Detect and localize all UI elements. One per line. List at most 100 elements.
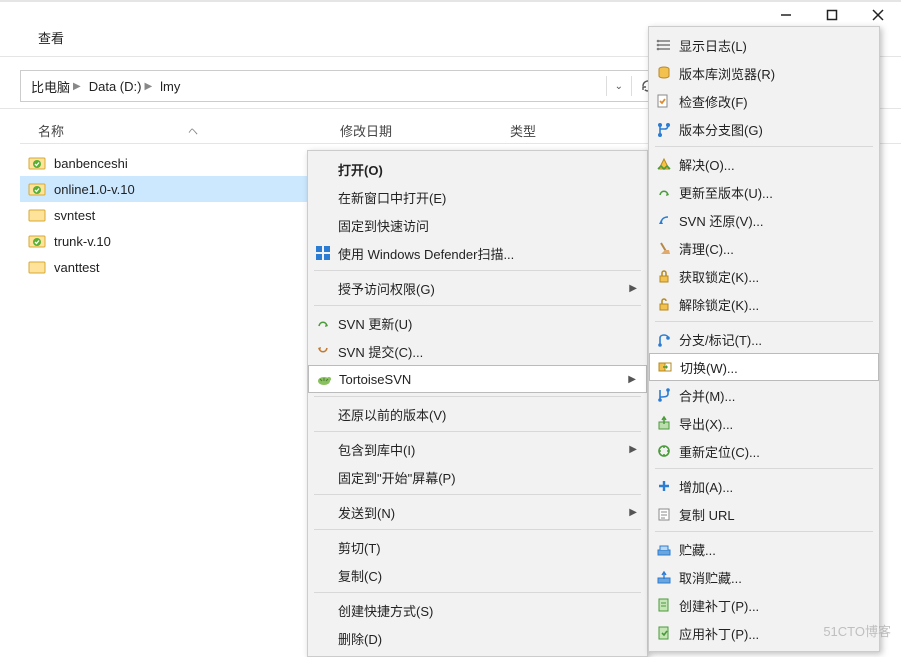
menu-item-label: 切换(W)... xyxy=(680,358,868,377)
submenu-arrow-icon: ▶ xyxy=(629,283,637,294)
menu-item[interactable]: 复制 URL xyxy=(649,500,879,528)
menu-separator xyxy=(655,531,873,532)
menu-item[interactable]: 合并(M)... xyxy=(649,381,879,409)
watermark: 51CTO博客 xyxy=(823,621,891,640)
menubar: 查看 xyxy=(30,28,72,47)
menu-item-label: 版本库浏览器(R) xyxy=(679,64,869,83)
menu-item[interactable]: 导出(X)... xyxy=(649,409,879,437)
address-bar[interactable]: 比电脑▶ Data (D:)▶ lmy ⌄ xyxy=(20,70,661,102)
tortoise-icon xyxy=(315,370,333,388)
file-row[interactable]: online1.0-v.10 xyxy=(20,176,340,202)
shelve-icon xyxy=(655,540,673,558)
relocate-icon xyxy=(655,442,673,460)
menu-item[interactable]: 版本库浏览器(R) xyxy=(649,59,879,87)
menu-separator xyxy=(314,396,641,397)
chevron-right-icon: ▶ xyxy=(73,81,81,92)
menu-item-label: 导出(X)... xyxy=(679,414,869,433)
switch-icon xyxy=(656,358,674,376)
check-icon xyxy=(655,92,673,110)
menu-item[interactable]: 包含到库中(I)▶ xyxy=(308,435,647,463)
menu-item[interactable]: 剪切(T) xyxy=(308,533,647,561)
menu-item[interactable]: 获取锁定(K)... xyxy=(649,262,879,290)
menu-item[interactable]: 在新窗口中打开(E) xyxy=(308,183,647,211)
menu-item[interactable]: 分支/标记(T)... xyxy=(649,325,879,353)
breadcrumb-segment[interactable]: 比电脑▶ xyxy=(27,71,85,101)
branchgraph-icon xyxy=(655,120,673,138)
menu-separator xyxy=(314,529,641,530)
chevron-right-icon: ▶ xyxy=(144,81,152,92)
breadcrumb-segment[interactable]: lmy xyxy=(156,71,184,101)
menu-item[interactable]: 固定到"开始"屏幕(P) xyxy=(308,463,647,491)
file-list: banbenceshi online1.0-v.10 svntest trunk-v.… xyxy=(20,150,340,280)
file-row[interactable]: vanttest xyxy=(20,254,340,280)
unshelve-icon xyxy=(655,568,673,586)
menu-separator xyxy=(314,270,641,271)
submenu-arrow-icon: ▶ xyxy=(629,444,637,455)
menu-item[interactable]: 解决(O)... xyxy=(649,150,879,178)
menu-item[interactable]: 固定到快速访问 xyxy=(308,211,647,239)
menu-item[interactable]: 打开(O) xyxy=(308,155,647,183)
menu-separator xyxy=(314,305,641,306)
menu-item[interactable]: 切换(W)... xyxy=(649,353,879,381)
folder-icon xyxy=(28,258,46,276)
menu-item[interactable]: SVN 还原(V)... xyxy=(649,206,879,234)
file-name: online1.0-v.10 xyxy=(54,182,135,197)
menu-item[interactable]: 使用 Windows Defender扫描... xyxy=(308,239,647,267)
file-name: trunk-v.10 xyxy=(54,234,111,249)
lock-icon xyxy=(655,267,673,285)
menu-item[interactable]: SVN 更新(U) xyxy=(308,309,647,337)
applypatch-icon xyxy=(655,624,673,642)
menu-item-label: 创建快捷方式(S) xyxy=(338,601,637,620)
menu-item[interactable]: 增加(A)... xyxy=(649,472,879,500)
column-type[interactable]: 类型 xyxy=(510,121,630,140)
menu-item[interactable]: 还原以前的版本(V) xyxy=(308,400,647,428)
menu-item-label: 授予访问权限(G) xyxy=(338,279,629,298)
menu-view[interactable]: 查看 xyxy=(30,27,72,50)
menu-item[interactable]: 贮藏... xyxy=(649,535,879,563)
menu-item[interactable]: 取消贮藏... xyxy=(649,563,879,591)
breadcrumb-segment[interactable]: Data (D:)▶ xyxy=(85,71,156,101)
menu-item-label: 发送到(N) xyxy=(338,503,629,522)
column-date[interactable]: 修改日期 xyxy=(340,121,510,140)
file-row[interactable]: trunk-v.10 xyxy=(20,228,340,254)
menu-item-label: 使用 Windows Defender扫描... xyxy=(338,244,637,263)
menu-item-label: 合并(M)... xyxy=(679,386,869,405)
menu-item[interactable]: 清理(C)... xyxy=(649,234,879,262)
menu-item[interactable]: 解除锁定(K)... xyxy=(649,290,879,318)
menu-item-label: 版本分支图(G) xyxy=(679,120,869,139)
menu-item[interactable]: SVN 提交(C)... xyxy=(308,337,647,365)
menu-item[interactable]: 更新至版本(U)... xyxy=(649,178,879,206)
menu-item[interactable]: TortoiseSVN▶ xyxy=(308,365,647,393)
menu-item-label: SVN 提交(C)... xyxy=(338,342,637,361)
menu-item-label: 贮藏... xyxy=(679,540,869,559)
menu-item[interactable]: 检查修改(F) xyxy=(649,87,879,115)
menu-item[interactable]: 授予访问权限(G)▶ xyxy=(308,274,647,302)
repo-icon xyxy=(655,64,673,82)
defender-icon xyxy=(314,244,332,262)
menu-item[interactable]: 重新定位(C)... xyxy=(649,437,879,465)
unlock-icon xyxy=(655,295,673,313)
export-icon xyxy=(655,414,673,432)
menu-item-label: SVN 更新(U) xyxy=(338,314,637,333)
menu-separator xyxy=(314,431,641,432)
menu-item-label: 分支/标记(T)... xyxy=(679,330,869,349)
file-row[interactable]: banbenceshi xyxy=(20,150,340,176)
menu-item-label: 解决(O)... xyxy=(679,155,869,174)
copyurl-icon xyxy=(655,505,673,523)
menu-separator xyxy=(655,321,873,322)
menu-separator xyxy=(314,592,641,593)
menu-item[interactable]: 显示日志(L) xyxy=(649,31,879,59)
menu-separator xyxy=(655,146,873,147)
menu-item[interactable]: 创建补丁(P)... xyxy=(649,591,879,619)
file-row[interactable]: svntest xyxy=(20,202,340,228)
menu-item-label: 增加(A)... xyxy=(679,477,869,496)
dropdown-icon[interactable]: ⌄ xyxy=(615,81,623,92)
menu-item[interactable]: 复制(C) xyxy=(308,561,647,589)
menu-item-label: 更新至版本(U)... xyxy=(679,183,869,202)
menu-item[interactable]: 版本分支图(G) xyxy=(649,115,879,143)
createpatch-icon xyxy=(655,596,673,614)
menu-item[interactable]: 创建快捷方式(S) xyxy=(308,596,647,624)
menu-item-label: 取消贮藏... xyxy=(679,568,869,587)
menu-item[interactable]: 发送到(N)▶ xyxy=(308,498,647,526)
column-name[interactable]: 名称 ヘ xyxy=(20,121,340,140)
